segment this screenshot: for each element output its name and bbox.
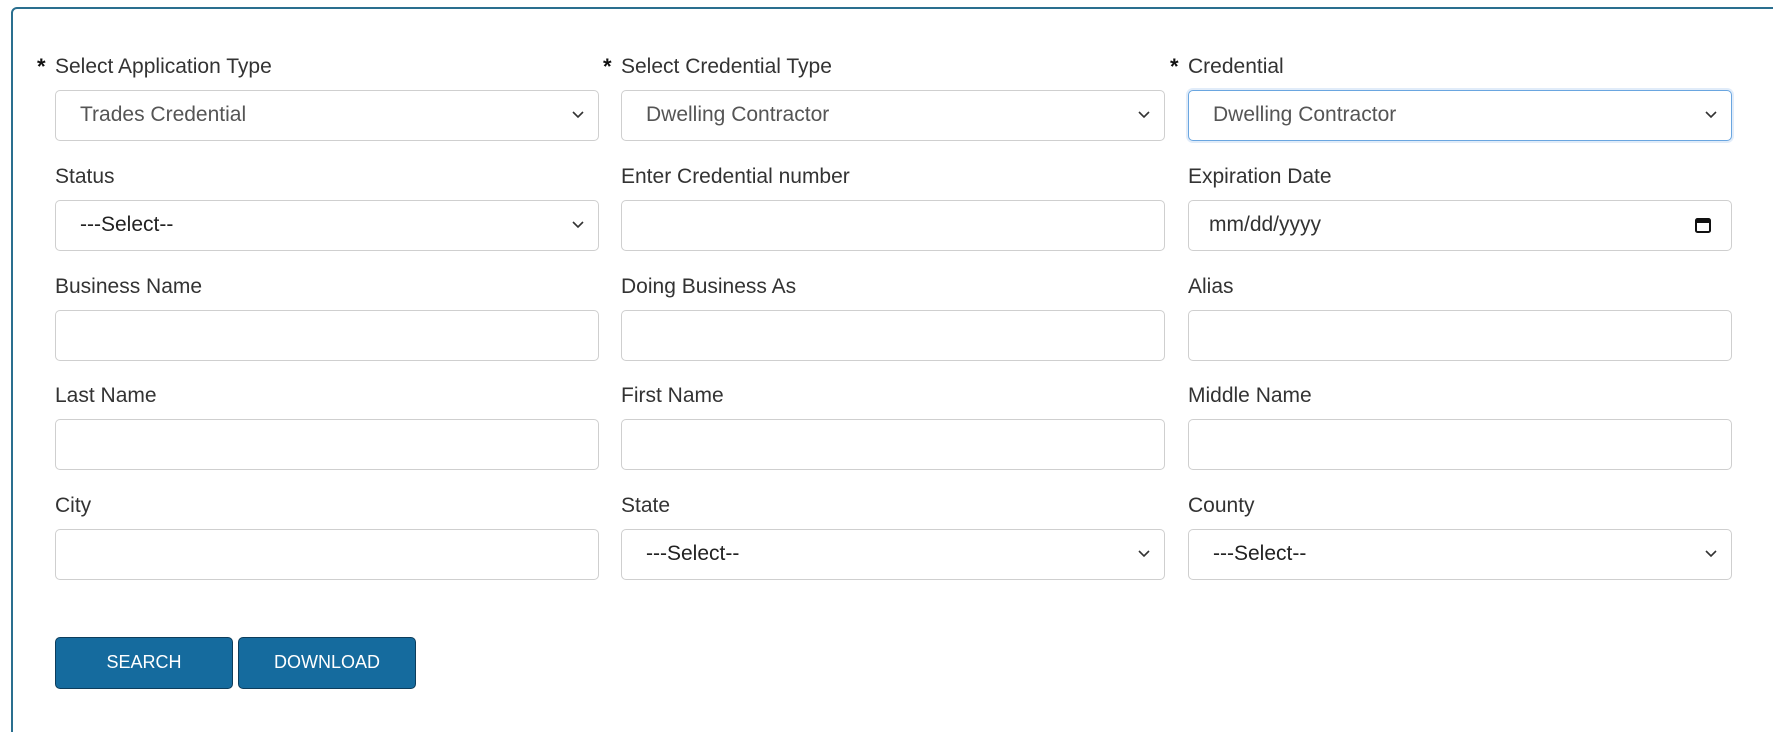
county-label: County bbox=[1188, 494, 1255, 517]
alias-label: Alias bbox=[1188, 275, 1234, 298]
search-button[interactable]: SEARCH bbox=[55, 637, 233, 689]
county-select[interactable]: ---Select-- bbox=[1188, 529, 1732, 580]
required-marker: * bbox=[603, 54, 612, 79]
last-name-label: Last Name bbox=[55, 384, 157, 407]
chevron-down-icon bbox=[1138, 550, 1150, 558]
expiration-date-placeholder: mm/dd/yyyy bbox=[1209, 213, 1322, 236]
chevron-down-icon bbox=[1705, 111, 1717, 119]
first-name-field: First Name bbox=[621, 384, 1165, 470]
business-name-label: Business Name bbox=[55, 275, 203, 298]
credential-number-label: Enter Credential number bbox=[621, 165, 850, 188]
credential-number-input[interactable] bbox=[621, 200, 1165, 251]
doing-business-as-input[interactable] bbox=[621, 310, 1165, 361]
credential-type-label-text: Select Credential Type bbox=[621, 55, 832, 78]
chevron-down-icon bbox=[572, 221, 584, 229]
business-name-field: Business Name bbox=[55, 275, 599, 361]
status-select[interactable]: ---Select-- bbox=[55, 200, 599, 251]
credential-type-select[interactable]: Dwelling Contractor bbox=[621, 90, 1165, 141]
credential-type-label: * Select Credential Type bbox=[603, 55, 1165, 79]
status-label: Status bbox=[55, 165, 115, 188]
county-value: ---Select-- bbox=[1213, 542, 1307, 565]
city-input[interactable] bbox=[55, 529, 599, 580]
credential-value: Dwelling Contractor bbox=[1213, 103, 1397, 126]
doing-business-as-field: Doing Business As bbox=[621, 275, 1165, 361]
state-field: State ---Select-- bbox=[621, 494, 1165, 580]
credential-field: * Credential Dwelling Contractor bbox=[1170, 55, 1732, 141]
middle-name-field: Middle Name bbox=[1188, 384, 1732, 470]
last-name-field: Last Name bbox=[55, 384, 599, 470]
application-type-value: Trades Credential bbox=[80, 103, 247, 126]
calendar-icon[interactable] bbox=[1693, 215, 1713, 235]
application-type-select[interactable]: Trades Credential bbox=[55, 90, 599, 141]
alias-field: Alias bbox=[1188, 275, 1732, 361]
application-type-field: * Select Application Type Trades Credent… bbox=[37, 55, 599, 141]
credential-label: * Credential bbox=[1170, 55, 1732, 79]
business-name-input[interactable] bbox=[55, 310, 599, 361]
expiration-date-label: Expiration Date bbox=[1188, 165, 1332, 188]
alias-input[interactable] bbox=[1188, 310, 1732, 361]
application-type-label: * Select Application Type bbox=[37, 55, 599, 79]
required-marker: * bbox=[1170, 54, 1179, 79]
expiration-date-field: Expiration Date mm/dd/yyyy bbox=[1188, 165, 1732, 251]
download-button[interactable]: DOWNLOAD bbox=[238, 637, 416, 689]
city-label: City bbox=[55, 494, 92, 517]
state-value: ---Select-- bbox=[646, 542, 740, 565]
chevron-down-icon bbox=[572, 111, 584, 119]
credential-number-field: Enter Credential number bbox=[621, 165, 1165, 251]
chevron-down-icon bbox=[1705, 550, 1717, 558]
chevron-down-icon bbox=[1138, 111, 1150, 119]
state-select[interactable]: ---Select-- bbox=[621, 529, 1165, 580]
expiration-date-input[interactable]: mm/dd/yyyy bbox=[1188, 200, 1732, 251]
credential-label-text: Credential bbox=[1188, 55, 1284, 78]
first-name-input[interactable] bbox=[621, 419, 1165, 470]
credential-type-value: Dwelling Contractor bbox=[646, 103, 830, 126]
middle-name-input[interactable] bbox=[1188, 419, 1732, 470]
state-label: State bbox=[621, 494, 671, 517]
status-field: Status ---Select-- bbox=[55, 165, 599, 251]
status-value: ---Select-- bbox=[80, 213, 174, 236]
middle-name-label: Middle Name bbox=[1188, 384, 1312, 407]
city-field: City bbox=[55, 494, 599, 580]
county-field: County ---Select-- bbox=[1188, 494, 1732, 580]
first-name-label: First Name bbox=[621, 384, 724, 407]
last-name-input[interactable] bbox=[55, 419, 599, 470]
credential-type-field: * Select Credential Type Dwelling Contra… bbox=[603, 55, 1165, 141]
doing-business-as-label: Doing Business As bbox=[621, 275, 797, 298]
credential-select[interactable]: Dwelling Contractor bbox=[1188, 90, 1732, 141]
required-marker: * bbox=[37, 54, 46, 79]
application-type-label-text: Select Application Type bbox=[55, 55, 272, 78]
